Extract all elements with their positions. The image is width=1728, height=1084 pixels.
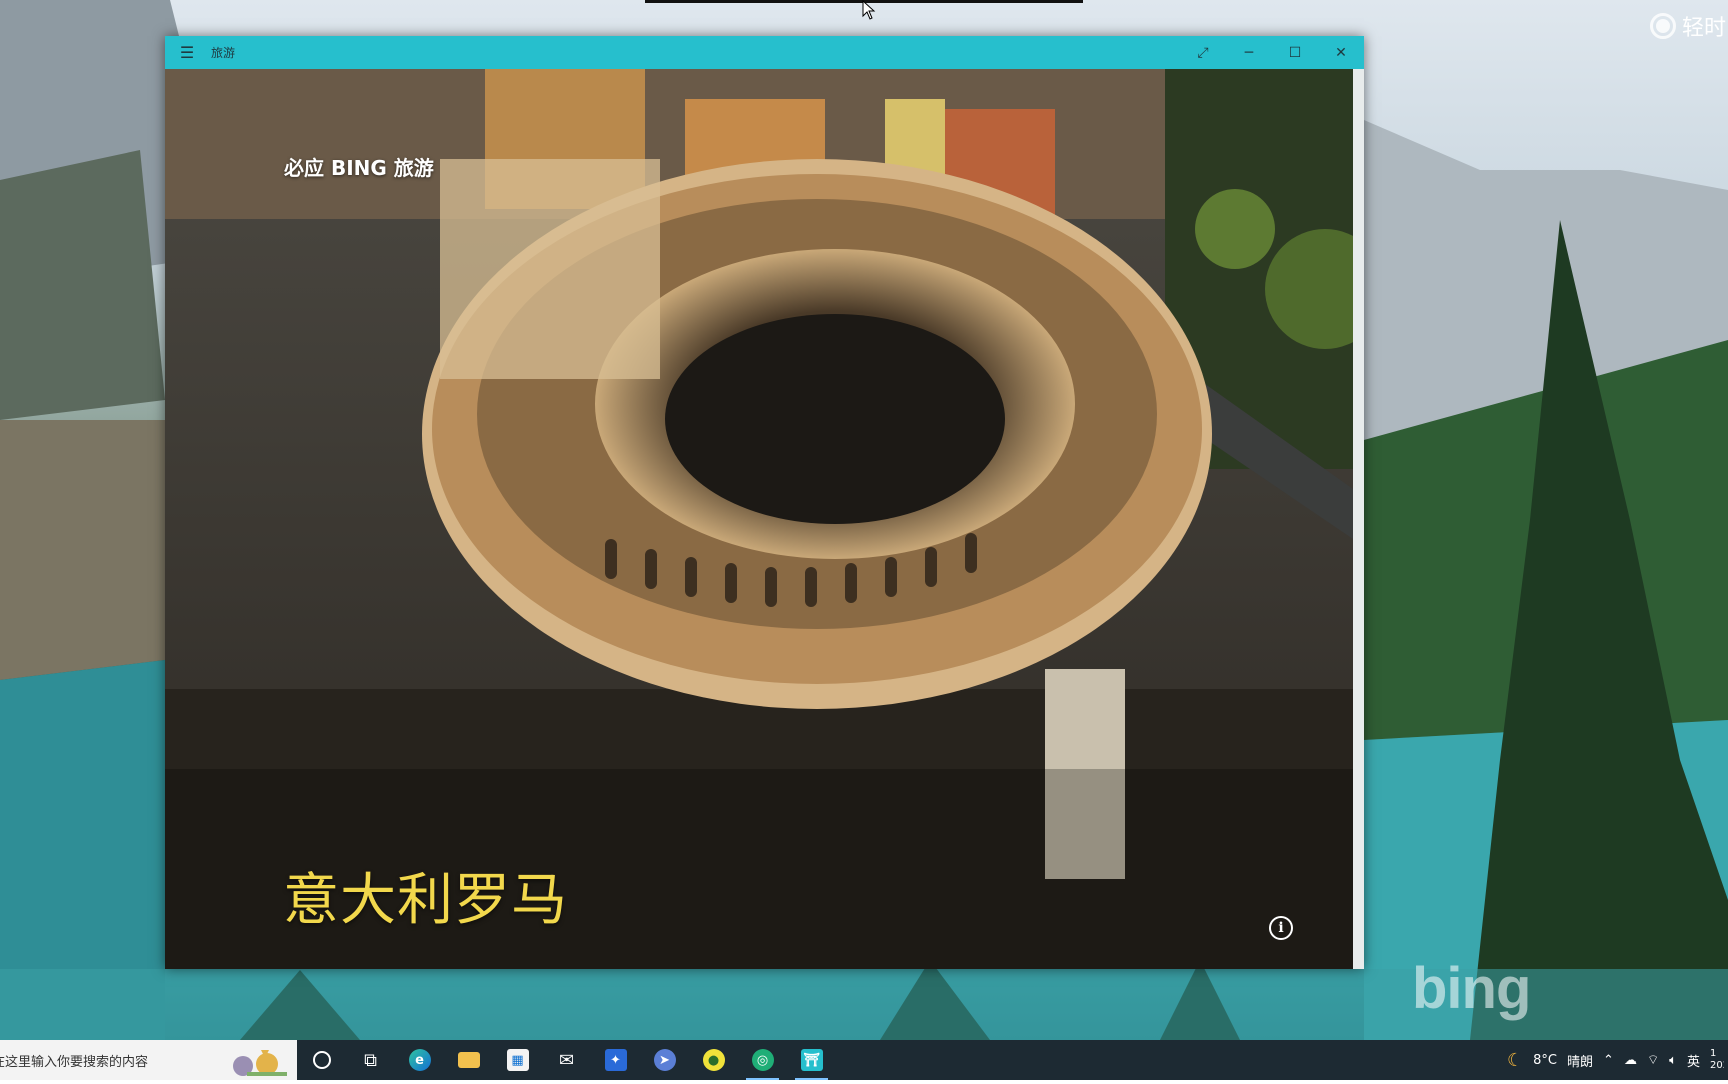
top-right-widget[interactable]: 轻时 [1650,10,1726,42]
edge-icon[interactable]: e [395,1040,444,1080]
mail-icon[interactable]: ✉ [542,1040,591,1080]
colosseum-photo [165,69,1353,969]
fullscreen-icon[interactable]: ⤢ [1180,36,1226,69]
window-title: 旅游 [211,46,236,60]
clock-date: 2022 [1710,1060,1724,1071]
volume-icon[interactable]: 🔈︎ [1669,1053,1677,1068]
moon-weather-icon[interactable]: ☾ [1507,1050,1523,1071]
search-placeholder: 在这里输入你要搜索的内容 [0,1054,149,1070]
taskbar-search-box[interactable]: 在这里输入你要搜索的内容 [0,1040,217,1080]
weather-desc[interactable]: 晴朗 [1567,1051,1593,1070]
radio-circle-icon [1650,13,1676,39]
file-explorer-icon[interactable] [444,1040,493,1080]
close-icon[interactable]: ✕ [1318,36,1364,69]
top-right-label: 轻时 [1682,16,1727,41]
feedback-icon[interactable]: ✦ [591,1040,640,1080]
ime-indicator[interactable]: 英 [1687,1051,1700,1070]
cloud-icon[interactable]: ☁ [1624,1053,1637,1068]
taskbar: 在这里输入你要搜索的内容 ⧉ e ▦ ✉ ✦ ➤ ● ◎ ⛩ ☾ 8°C 晴朗 [0,1040,1728,1080]
system-tray: ☾ 8°C 晴朗 ⌃ ☁ ⌔ 🔈︎ 英 1 2022 [1507,1048,1728,1072]
location-caption: 意大利罗马 [283,868,568,933]
bing-watermark: bing [1412,956,1531,1021]
info-icon[interactable]: i [1269,916,1293,940]
hamburger-icon[interactable]: ☰ [165,36,209,69]
hero-panel: 必应 BING 旅游 意大利罗马 i [165,69,1353,969]
green-circle-app-icon[interactable]: ◎ [738,1040,787,1080]
bing-travel-brand: 必应 BING 旅游 [284,156,434,180]
travel-app-icon[interactable]: ⛩ [787,1040,836,1080]
store-icon[interactable]: ▦ [493,1040,542,1080]
travel-app-window: ☰ 旅游 ⤢ ─ ☐ ✕ 必应 BING 旅游 意大利罗马 i [165,36,1364,969]
task-view-icon[interactable]: ⧉ [346,1040,395,1080]
scrollbar[interactable] [1353,69,1364,969]
weather-temp[interactable]: 8°C [1533,1053,1557,1068]
clock[interactable]: 1 2022 [1710,1048,1724,1072]
mouse-cursor-icon [862,0,876,20]
clock-time: 1 [1710,1048,1717,1059]
wifi-icon[interactable]: ⌔ [1647,1052,1659,1068]
search-doodle-image [217,1040,297,1080]
minimize-icon[interactable]: ─ [1226,36,1272,69]
location-app-icon[interactable]: ● [689,1040,738,1080]
maximize-icon[interactable]: ☐ [1272,36,1318,69]
chevron-up-icon[interactable]: ⌃ [1603,1053,1614,1068]
cortana-icon[interactable] [297,1040,346,1080]
title-bar[interactable]: ☰ 旅游 ⤢ ─ ☐ ✕ [165,36,1364,69]
compass-icon[interactable]: ➤ [640,1040,689,1080]
